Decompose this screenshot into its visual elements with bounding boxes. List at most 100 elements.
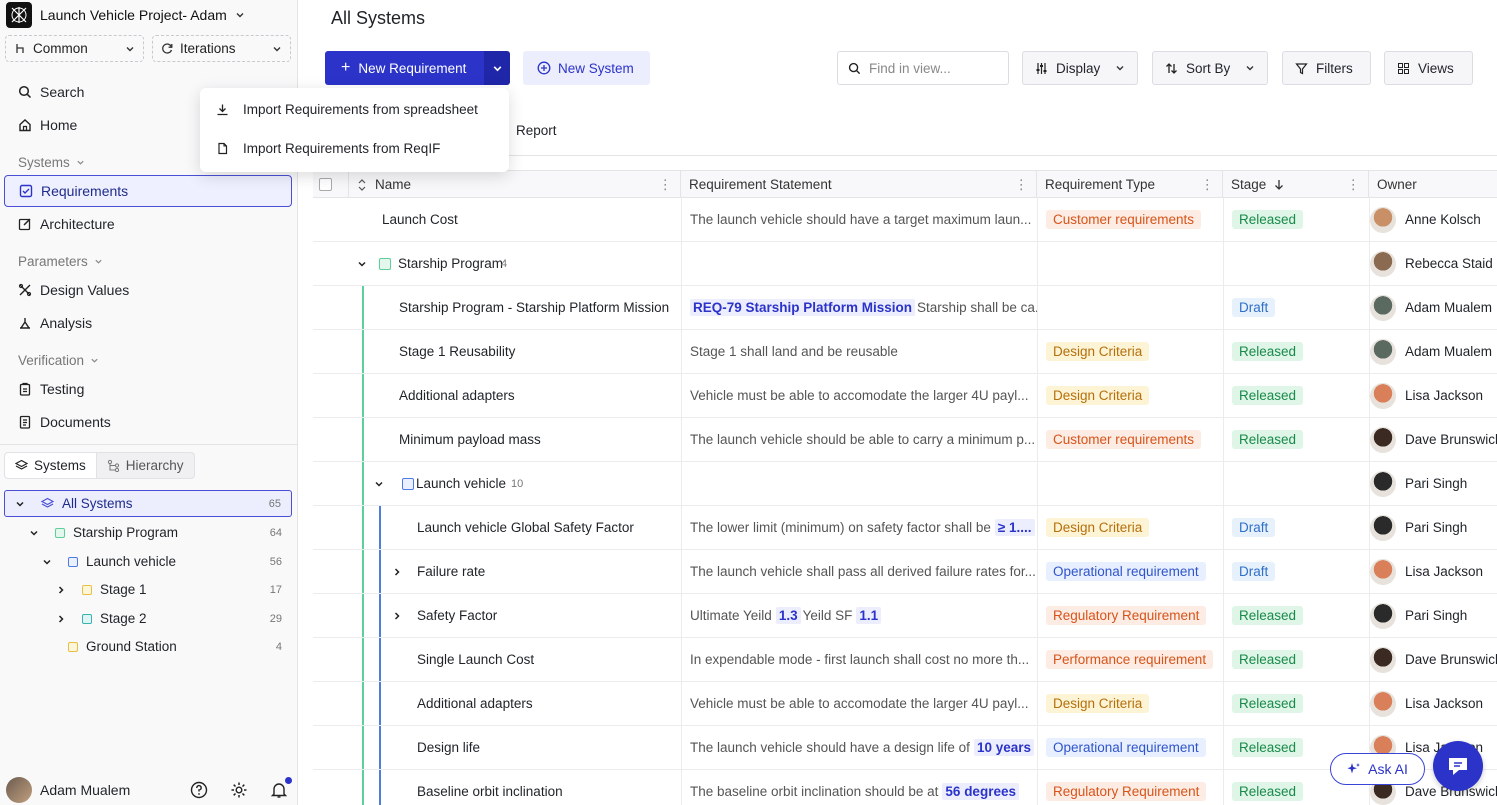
type-cell[interactable]: Regulatory Requirement xyxy=(1037,770,1223,805)
table-row[interactable]: Additional adapters Vehicle must be able … xyxy=(313,682,1497,726)
more-icon[interactable]: ⋮ xyxy=(1347,177,1361,193)
statement-cell[interactable] xyxy=(681,242,1037,285)
table-row[interactable]: Launch vehicle Global Safety Factor The l… xyxy=(313,506,1497,550)
statement-cell[interactable]: The launch vehicle should have a target … xyxy=(681,198,1037,241)
type-cell[interactable]: Design Criteria xyxy=(1037,374,1223,417)
owner-cell[interactable]: Dave Brunswick xyxy=(1369,638,1497,681)
statement-cell[interactable]: The lower limit (minimum) on safety fact… xyxy=(681,506,1037,549)
tree-item-ground-station[interactable]: Ground Station 4 xyxy=(4,633,292,660)
systems-section-header[interactable]: Systems xyxy=(18,155,85,170)
tab-report[interactable]: Report xyxy=(516,123,557,138)
verification-section-header[interactable]: Verification xyxy=(18,353,99,368)
nav-requirements[interactable]: Requirements xyxy=(4,175,292,207)
tree-item-stage-2[interactable]: Stage 2 29 xyxy=(4,605,292,632)
type-cell[interactable] xyxy=(1037,462,1223,505)
iterations-selector[interactable]: Iterations xyxy=(152,35,291,62)
owner-cell[interactable]: Pari Singh xyxy=(1369,594,1497,637)
type-cell[interactable] xyxy=(1037,286,1223,329)
parameter-tag[interactable]: 10 years xyxy=(973,739,1034,756)
stage-cell[interactable] xyxy=(1223,462,1369,505)
gear-icon[interactable] xyxy=(230,781,248,799)
stage-cell[interactable]: Released xyxy=(1223,418,1369,461)
tree-item-all-systems[interactable]: All Systems 65 xyxy=(4,490,292,517)
table-row[interactable]: Failure rate The launch vehicle shall pas… xyxy=(313,550,1497,594)
type-cell[interactable]: Customer requirements xyxy=(1037,418,1223,461)
table-row[interactable]: Launch vehicle 10 Pari Singh xyxy=(313,462,1497,506)
stage-cell[interactable]: Draft xyxy=(1223,286,1369,329)
views-button[interactable]: Views xyxy=(1384,51,1473,85)
owner-cell[interactable]: Adam Mualem xyxy=(1369,330,1497,373)
chevron-right-icon[interactable] xyxy=(392,611,402,621)
new-requirement-button[interactable]: + New Requirement xyxy=(325,51,484,85)
ask-ai-button[interactable]: Ask AI xyxy=(1330,753,1425,785)
nav-analysis[interactable]: Analysis xyxy=(4,307,292,339)
statement-cell[interactable]: Ultimate Yeild 1.3 Yeild SF 1.1 xyxy=(681,594,1037,637)
chevron-right-icon[interactable] xyxy=(392,567,402,577)
tab-systems[interactable]: Systems xyxy=(4,452,97,479)
parameter-tag[interactable]: 56 degrees xyxy=(942,783,1019,800)
column-header-statement[interactable]: Requirement Statement ⋮ xyxy=(681,171,1037,198)
statement-cell[interactable]: The launch vehicle shall pass all derive… xyxy=(681,550,1037,593)
parameter-tag[interactable]: ≥ 1.... xyxy=(994,519,1035,536)
nav-documents[interactable]: Documents xyxy=(4,406,292,438)
more-icon[interactable]: ⋮ xyxy=(659,177,673,193)
parameters-section-header[interactable]: Parameters xyxy=(18,254,103,269)
new-system-button[interactable]: New System xyxy=(523,51,650,85)
tree-item-launch-vehicle[interactable]: Launch vehicle 56 xyxy=(4,548,292,575)
chevron-down-icon[interactable] xyxy=(374,479,384,489)
more-icon[interactable]: ⋮ xyxy=(1015,177,1029,193)
find-in-view-input[interactable]: Find in view... xyxy=(837,51,1009,85)
statement-cell[interactable]: Vehicle must be able to accomodate the l… xyxy=(681,374,1037,417)
type-cell[interactable]: Performance requirement xyxy=(1037,638,1223,681)
nav-testing[interactable]: Testing xyxy=(4,373,292,405)
type-cell[interactable]: Design Criteria xyxy=(1037,506,1223,549)
table-row[interactable]: Baseline orbit inclination The baseline o… xyxy=(313,770,1497,805)
owner-cell[interactable]: Pari Singh xyxy=(1369,506,1497,549)
type-cell[interactable] xyxy=(1037,242,1223,285)
new-requirement-dropdown-button[interactable] xyxy=(484,51,510,85)
parameter-tag[interactable]: 1.3 xyxy=(775,607,801,624)
owner-cell[interactable]: Adam Mualem xyxy=(1369,286,1497,329)
stage-cell[interactable] xyxy=(1223,242,1369,285)
display-button[interactable]: Display xyxy=(1022,51,1138,85)
stage-cell[interactable]: Released xyxy=(1223,638,1369,681)
owner-cell[interactable]: Rebecca Staid xyxy=(1369,242,1497,285)
statement-cell[interactable] xyxy=(681,462,1037,505)
type-cell[interactable]: Design Criteria xyxy=(1037,330,1223,373)
table-row[interactable]: Starship Program - Starship Platform Mis… xyxy=(313,286,1497,330)
stage-cell[interactable]: Draft xyxy=(1223,550,1369,593)
parameter-tag[interactable]: 1.1 xyxy=(856,607,882,624)
table-row[interactable]: Design life The launch vehicle should hav… xyxy=(313,726,1497,770)
type-cell[interactable]: Customer requirements xyxy=(1037,198,1223,241)
table-row[interactable]: Minimum payload mass The launch vehicle s… xyxy=(313,418,1497,462)
column-header-name[interactable]: Name ⋮ xyxy=(349,171,681,198)
import-spreadsheet-menu-item[interactable]: Import Requirements from spreadsheet xyxy=(216,98,478,120)
owner-cell[interactable]: Lisa Jackson xyxy=(1369,374,1497,417)
import-reqif-menu-item[interactable]: Import Requirements from ReqIF xyxy=(216,137,440,159)
stage-cell[interactable]: Released xyxy=(1223,594,1369,637)
type-cell[interactable]: Design Criteria xyxy=(1037,682,1223,725)
nav-design-values[interactable]: Design Values xyxy=(4,274,292,306)
tree-item-stage-1[interactable]: Stage 1 17 xyxy=(4,576,292,603)
help-icon[interactable] xyxy=(190,781,208,799)
requirement-link-tag[interactable]: REQ-79 Starship Platform Mission xyxy=(690,299,916,316)
notification-bell[interactable] xyxy=(270,776,292,799)
avatar[interactable] xyxy=(6,776,32,803)
chat-button[interactable] xyxy=(1433,741,1483,791)
statement-cell[interactable]: Stage 1 shall land and be reusable xyxy=(681,330,1037,373)
type-cell[interactable]: Regulatory Requirement xyxy=(1037,594,1223,637)
type-cell[interactable]: Operational requirement xyxy=(1037,550,1223,593)
owner-cell[interactable]: Lisa Jackson xyxy=(1369,550,1497,593)
more-icon[interactable]: ⋮ xyxy=(1201,177,1215,193)
tree-item-starship-program[interactable]: Starship Program 64 xyxy=(4,519,292,546)
table-row[interactable]: Launch Cost The launch vehicle should hav… xyxy=(313,198,1497,242)
owner-cell[interactable]: Anne Kolsch xyxy=(1369,198,1497,241)
tab-hierarchy[interactable]: Hierarchy xyxy=(95,452,195,479)
stage-cell[interactable]: Draft xyxy=(1223,506,1369,549)
statement-cell[interactable]: Vehicle must be able to accomodate the l… xyxy=(681,682,1037,725)
stage-cell[interactable]: Released xyxy=(1223,374,1369,417)
statement-cell[interactable]: The launch vehicle should be able to car… xyxy=(681,418,1037,461)
nav-architecture[interactable]: Architecture xyxy=(4,208,292,240)
table-row[interactable]: Additional adapters Vehicle must be able … xyxy=(313,374,1497,418)
stage-cell[interactable]: Released xyxy=(1223,198,1369,241)
